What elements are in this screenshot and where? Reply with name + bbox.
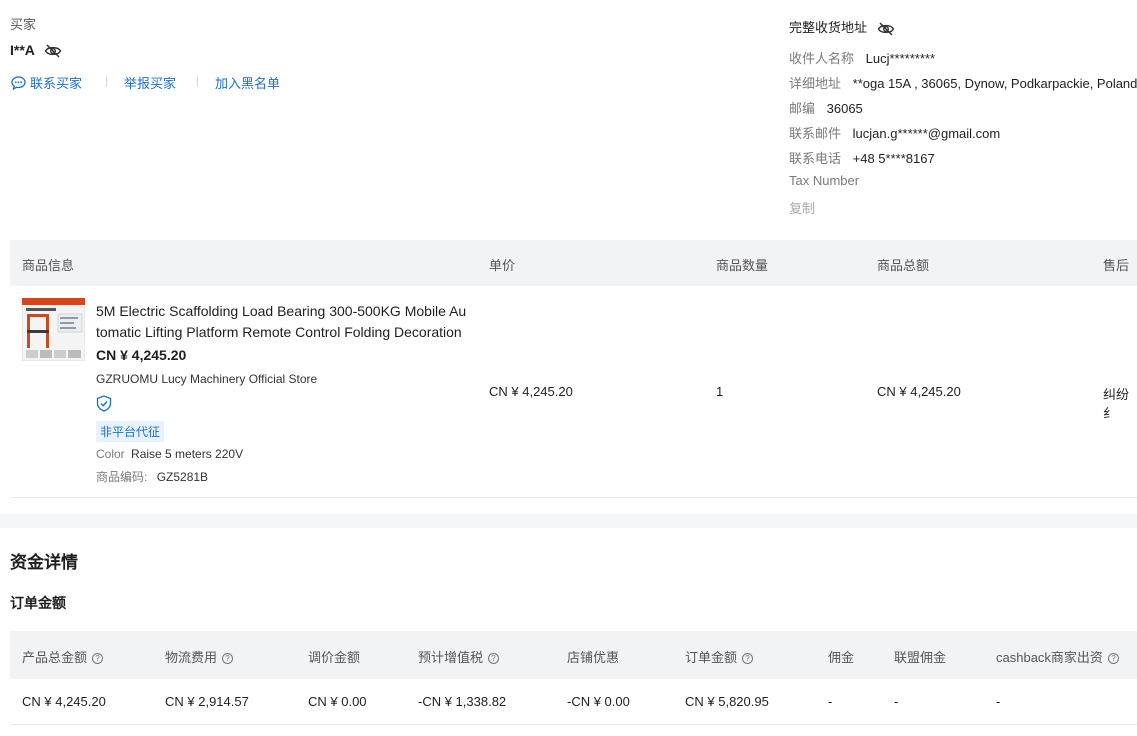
phone-value: +48 5****8167 — [852, 151, 935, 166]
link-divider — [106, 75, 107, 87]
address-detail-value: **oga 15A , 36065, Dynow, Podkarpackie, … — [852, 76, 1137, 91]
header-logistics-text: 物流费用 — [165, 650, 218, 665]
help-icon[interactable]: ? — [742, 653, 754, 664]
recipient-value: Lucj********* — [865, 51, 936, 66]
header-unit-price: 单价 — [489, 258, 516, 273]
value-commission: - — [828, 694, 833, 709]
help-icon[interactable]: ? — [222, 653, 234, 664]
buyer-name-text: I**A — [10, 42, 35, 58]
verified-shield-icon — [96, 395, 112, 415]
header-order-amount-text: 订单金额 — [685, 650, 738, 665]
value-affiliate: - — [894, 694, 899, 709]
chat-icon — [11, 76, 26, 91]
product-title-line: 5M Electric Scaffolding Load Bearing 300… — [96, 303, 467, 319]
header-store-discount: 店铺优惠 — [567, 650, 620, 665]
code-label: 商品编码: — [96, 470, 148, 484]
tax-tag: 非平台代征 — [96, 421, 165, 442]
color-value: Raise 5 meters 220V — [131, 447, 244, 461]
header-order-amount: 订单金额? — [685, 647, 754, 666]
store-name[interactable]: GZRUOMU Lucy Machinery Official Store — [96, 372, 317, 386]
funds-table-header: 产品总金额? 物流费用? 调价金额 预计增值税? 店铺优惠 订单金额? 佣金 联… — [10, 631, 1137, 679]
product-title[interactable]: 5M Electric Scaffolding Load Bearing 300… — [96, 301, 466, 343]
address-title-text: 完整收货地址 — [789, 20, 868, 35]
help-icon[interactable]: ? — [1107, 653, 1119, 664]
phone-row: 联系电话 +48 5****8167 — [789, 148, 935, 167]
buyer-name: I**A — [10, 42, 62, 58]
tax-number-label: Tax Number — [789, 173, 860, 188]
email-row: 联系邮件 lucjan.g******@gmail.com — [789, 123, 1000, 142]
header-price-adjust: 调价金额 — [308, 650, 361, 665]
funds-title: 资金详情 — [10, 553, 78, 572]
copy-button[interactable]: 复制 — [789, 198, 815, 217]
header-after-sale: 售后 — [1103, 258, 1130, 273]
help-icon[interactable]: ? — [92, 653, 104, 664]
zip-row: 邮编 36065 — [789, 98, 863, 117]
recipient-row: 收件人名称 Lucj********* — [789, 48, 935, 67]
product-image — [21, 297, 86, 362]
value-order-amount: CN ¥ 5,820.95 — [685, 694, 769, 709]
header-affiliate: 联盟佣金 — [894, 650, 947, 665]
blacklist-buyer-link[interactable]: 加入黑名单 — [215, 73, 280, 92]
header-vat-text: 预计增值税 — [418, 650, 484, 665]
color-label: Color — [96, 447, 125, 461]
value-cashback: - — [996, 694, 1001, 709]
value-vat: -CN ¥ 1,338.82 — [418, 694, 507, 709]
address-detail-row: 详细地址 **oga 15A , 36065, Dynow, Podkarpac… — [789, 73, 1137, 92]
link-divider — [197, 75, 198, 87]
header-product-info: 商品信息 — [22, 258, 75, 273]
report-buyer-link[interactable]: 举报买家 — [124, 73, 176, 92]
header-product-total-text: 产品总金额 — [22, 650, 88, 665]
phone-label: 联系电话 — [789, 151, 842, 166]
buyer-section-label: 买家 — [10, 17, 37, 32]
product-price: CN ¥ 4,245.20 — [96, 347, 187, 363]
header-logistics: 物流费用? — [165, 647, 234, 666]
section-gap — [0, 514, 1137, 528]
product-title-line: tomatic Lifting Platform Remote Control … — [96, 324, 462, 340]
funds-bottom-divider — [10, 724, 1137, 725]
header-cashback: cashback商家出资? — [996, 647, 1119, 666]
email-value: lucjan.g******@gmail.com — [852, 126, 1001, 141]
code-value: GZ5281B — [156, 470, 209, 484]
eye-off-icon[interactable] — [44, 44, 62, 58]
help-icon[interactable]: ? — [488, 653, 500, 664]
value-product-total: CN ¥ 4,245.20 — [22, 694, 106, 709]
header-commission: 佣金 — [828, 650, 855, 665]
email-label: 联系邮件 — [789, 126, 842, 141]
contact-buyer-label: 联系买家 — [30, 76, 83, 91]
dispute-link[interactable]: 纠纷纟 — [1103, 384, 1137, 422]
header-vat: 预计增值税? — [418, 647, 500, 666]
product-code: 商品编码: GZ5281B — [96, 468, 208, 485]
contact-buyer-link[interactable]: 联系买家 — [11, 73, 82, 92]
row-total: CN ¥ 4,245.20 — [877, 384, 961, 399]
product-thumbnail[interactable] — [21, 297, 86, 362]
header-quantity: 商品数量 — [716, 258, 769, 273]
zip-label: 邮编 — [789, 101, 816, 116]
value-price-adjust: CN ¥ 0.00 — [308, 694, 367, 709]
zip-value: 36065 — [826, 101, 863, 116]
header-cashback-text: cashback商家出资 — [996, 650, 1103, 665]
product-color: Color Raise 5 meters 220V — [96, 447, 243, 461]
address-detail-label: 详细地址 — [789, 76, 842, 91]
eye-off-icon[interactable] — [877, 22, 895, 36]
value-logistics: CN ¥ 2,914.57 — [165, 694, 249, 709]
recipient-label: 收件人名称 — [789, 51, 855, 66]
header-product-total: 产品总金额? — [22, 647, 104, 666]
address-title: 完整收货地址 — [789, 17, 895, 36]
header-total: 商品总额 — [877, 258, 930, 273]
product-table-header: 商品信息 单价 商品数量 商品总额 售后 — [10, 240, 1137, 286]
funds-subtitle: 订单金额 — [10, 595, 66, 611]
row-unit-price: CN ¥ 4,245.20 — [489, 384, 573, 399]
value-store-discount: -CN ¥ 0.00 — [567, 694, 630, 709]
table-bottom-divider — [10, 497, 1137, 498]
row-quantity: 1 — [716, 384, 724, 399]
